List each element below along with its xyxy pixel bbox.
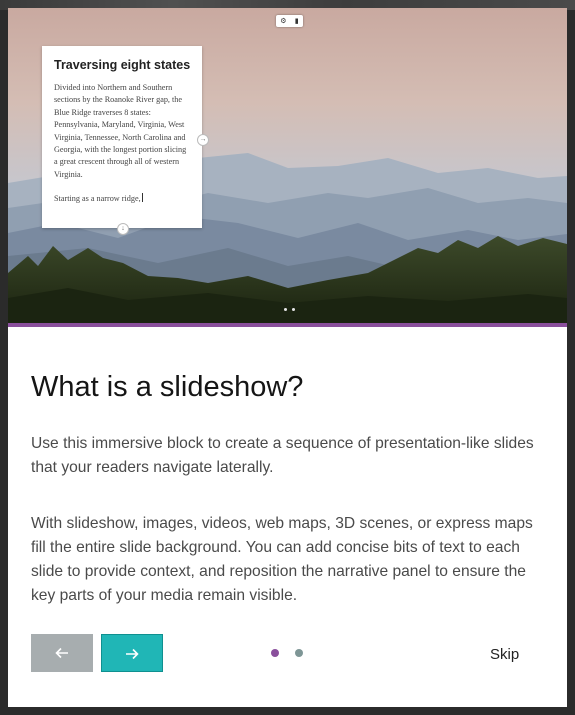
step-dot-1[interactable] (271, 649, 279, 657)
narrative-panel-text-2: Starting as a narrow ridge, (54, 194, 141, 204)
narrative-panel-title: Traversing eight states (54, 58, 191, 72)
previous-button[interactable] (31, 634, 93, 672)
block-toolbar: ⚙ ▮ (276, 15, 303, 27)
gear-icon[interactable]: ⚙ (280, 17, 286, 25)
intro-heading: What is a slideshow? (31, 371, 304, 403)
narrative-panel[interactable]: Traversing eight states Divided into Nor… (42, 46, 202, 228)
resize-handle-bottom-icon[interactable]: ↓ (117, 223, 129, 235)
intro-paragraph-1: Use this immersive block to create a seq… (31, 435, 534, 476)
accent-divider (8, 323, 567, 327)
next-button[interactable] (101, 634, 163, 672)
arrow-left-icon (55, 647, 68, 659)
trash-icon[interactable]: ▮ (295, 17, 299, 25)
narrative-panel-text: Divided into Northern and Southern secti… (54, 83, 187, 179)
slideshow-preview: ⚙ ▮ Traversing eight states Divided into… (8, 8, 567, 323)
step-dot-2[interactable] (295, 649, 303, 657)
resize-handle-right-icon[interactable]: → (197, 134, 209, 146)
intro-paragraph-2: With slideshow, images, videos, web maps… (31, 515, 533, 604)
intro-dialog: ⚙ ▮ Traversing eight states Divided into… (8, 8, 567, 707)
preview-slide-dot[interactable] (284, 308, 287, 311)
preview-slide-dot[interactable] (292, 308, 295, 311)
step-indicator (271, 649, 303, 657)
skip-button[interactable]: Skip (490, 646, 519, 663)
preview-slide-indicators (284, 308, 295, 311)
text-cursor (141, 193, 143, 203)
arrow-right-icon (126, 648, 139, 660)
